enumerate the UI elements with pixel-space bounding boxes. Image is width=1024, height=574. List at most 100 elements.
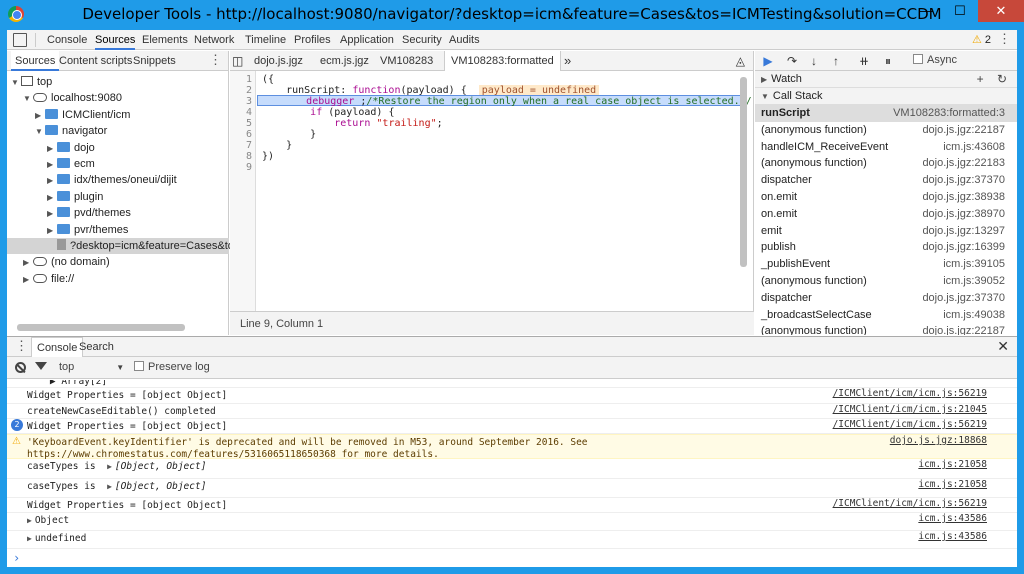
expand-arrow-icon[interactable]: ▶ <box>107 482 112 491</box>
tree-item[interactable]: ▼ top <box>11 74 52 90</box>
tab-snippets[interactable]: Snippets <box>133 51 176 71</box>
tab-sources-nav[interactable]: Sources <box>11 51 60 71</box>
step-out-icon[interactable]: ↑ <box>829 54 843 68</box>
call-frame[interactable]: runScript VM108283:formatted:3 <box>755 105 1017 122</box>
line-number[interactable]: 7 <box>230 140 252 151</box>
tree-arrow-icon[interactable]: ▶ <box>47 141 57 157</box>
step-over-icon[interactable]: ↷ <box>785 54 799 68</box>
navigator-menu-icon[interactable]: ⋮ <box>209 52 222 68</box>
console-message[interactable]: caseTypes is ▶ [Object, Object] icm.js:210… <box>7 479 1017 498</box>
expand-arrow-icon[interactable]: ▶ <box>107 462 112 471</box>
navigator-hscrollbar[interactable] <box>17 324 185 331</box>
file-tab-vm[interactable]: VM108283 <box>380 51 433 71</box>
tab-console[interactable]: Console <box>47 30 87 50</box>
call-frame[interactable]: _publishEvent icm.js:39105 <box>755 256 1017 273</box>
code-area[interactable]: 1 2 3 4 5 6 7 8 9 ({ runScript: function… <box>230 71 754 311</box>
expand-arrow-icon[interactable]: ▶ <box>27 516 32 525</box>
call-frame[interactable]: _broadcastSelectCase icm.js:49038 <box>755 307 1017 324</box>
source-link[interactable]: icm.js:43586 <box>918 531 987 543</box>
tree-arrow-icon[interactable]: ▼ <box>11 75 21 91</box>
callstack-section-header[interactable]: ▼ Call Stack <box>755 88 1017 105</box>
object-preview[interactable]: [Object, Object] <box>115 461 207 472</box>
file-tab-dojo[interactable]: dojo.js.jgz <box>254 51 303 71</box>
add-watch-icon[interactable]: + <box>977 72 984 86</box>
tree-arrow-icon[interactable]: ▶ <box>35 108 45 124</box>
tab-sources[interactable]: Sources <box>95 30 136 50</box>
line-number[interactable]: 1 <box>230 74 252 85</box>
call-frame[interactable]: on.emit dojo.js.jgz:38938 <box>755 189 1017 206</box>
line-number[interactable]: 9 <box>230 162 252 173</box>
drawer-tab-console[interactable]: Console <box>31 337 84 357</box>
line-number[interactable]: 2 <box>230 85 252 96</box>
tab-application[interactable]: Application <box>340 30 394 50</box>
source-link[interactable]: icm.js:21058 <box>918 479 987 491</box>
tab-elements[interactable]: Elements <box>142 30 188 50</box>
watch-section-header[interactable]: ▶ Watch + ↻ <box>755 71 1017 88</box>
warning-counter[interactable]: ⚠ 2 <box>972 33 991 46</box>
step-into-icon[interactable]: ↓ <box>807 54 821 68</box>
title-bar[interactable]: Developer Tools - http://localhost:9080/… <box>0 0 1024 30</box>
tree-item[interactable]: ▼ localhost:9080 <box>23 90 122 106</box>
tab-security[interactable]: Security <box>402 30 442 50</box>
close-button[interactable]: ✕ <box>978 0 1024 22</box>
clear-console-icon[interactable] <box>15 362 26 373</box>
tab-timeline[interactable]: Timeline <box>245 30 286 50</box>
object-preview[interactable]: [Object, Object] <box>115 481 207 492</box>
tree-arrow-icon[interactable]: ▼ <box>23 91 33 107</box>
tree-item[interactable]: ▶ dojo <box>47 140 95 156</box>
tree-item[interactable]: ▶ file:// <box>23 271 74 287</box>
tree-item[interactable]: ▶ ICMClient/icm <box>35 107 130 123</box>
tree-item[interactable]: ▶ plugin <box>47 189 103 205</box>
tree-arrow-icon[interactable]: ▼ <box>35 124 45 140</box>
line-number[interactable]: 8 <box>230 151 252 162</box>
source-link[interactable]: /ICMClient/icm/icm.js:56219 <box>833 419 987 431</box>
tree-arrow-icon[interactable]: ▶ <box>23 255 33 271</box>
drawer-menu-icon[interactable]: ⋮ <box>15 338 28 354</box>
source-link[interactable]: icm.js:21058 <box>918 459 987 471</box>
tree-arrow-icon[interactable]: ▶ <box>47 157 57 173</box>
minimize-button[interactable]: — <box>910 0 942 22</box>
console-message[interactable]: caseTypes is ▶ [Object, Object] icm.js:210… <box>7 459 1017 479</box>
source-link[interactable]: /ICMClient/icm/icm.js:21045 <box>833 404 987 416</box>
tab-profiles[interactable]: Profiles <box>294 30 331 50</box>
preserve-log-toggle[interactable]: Preserve log <box>134 361 210 373</box>
call-frame[interactable]: (anonymous function) dojo.js.jgz:22187 <box>755 323 1017 335</box>
tree-arrow-icon[interactable]: ▶ <box>47 173 57 189</box>
tree-item[interactable]: ▼ navigator <box>35 123 107 139</box>
editor-vscrollbar[interactable] <box>740 77 747 267</box>
line-number[interactable]: 5 <box>230 118 252 129</box>
call-frame[interactable]: (anonymous function) dojo.js.jgz:22183 <box>755 155 1017 172</box>
line-gutter[interactable]: 1 2 3 4 5 6 7 8 9 <box>230 71 256 311</box>
tab-network[interactable]: Network <box>194 30 234 50</box>
toggle-debugger-icon[interactable]: ◬ <box>736 51 745 71</box>
call-frame[interactable]: handleICM_ReceiveEvent icm.js:43608 <box>755 139 1017 156</box>
line-number[interactable]: 3 <box>230 96 252 107</box>
file-tab-vm-formatted[interactable]: VM108283:formatted <box>444 51 561 71</box>
console-prompt-icon[interactable]: › <box>13 551 20 565</box>
line-number[interactable]: 6 <box>230 129 252 140</box>
call-frame[interactable]: on.emit dojo.js.jgz:38970 <box>755 206 1017 223</box>
deactivate-breakpoints-icon[interactable]: ⧺ <box>857 54 871 68</box>
tree-arrow-icon[interactable]: ▶ <box>47 223 57 239</box>
tree-item[interactable]: ▶ idx/themes/oneui/dijit <box>47 172 177 188</box>
tree-arrow-icon[interactable]: ▶ <box>47 206 57 222</box>
tab-audits[interactable]: Audits <box>449 30 480 50</box>
source-link[interactable]: /ICMClient/icm/icm.js:56219 <box>833 388 987 400</box>
maximize-button[interactable]: ☐ <box>944 0 976 22</box>
source-link[interactable]: dojo.js.jgz:18868 <box>890 435 987 447</box>
expand-arrow-icon[interactable]: ▶ <box>27 534 32 543</box>
drawer-tab-search[interactable]: Search <box>79 337 114 357</box>
tree-item[interactable]: ▶ (no domain) <box>23 254 110 270</box>
close-drawer-icon[interactable]: ✕ <box>997 338 1009 355</box>
file-tab-ecm[interactable]: ecm.js.jgz <box>320 51 369 71</box>
source-link[interactable]: /ICMClient/icm/icm.js:56219 <box>833 498 987 510</box>
line-number[interactable]: 4 <box>230 107 252 118</box>
tree-arrow-icon[interactable]: ▶ <box>47 190 57 206</box>
tree-item[interactable]: ▶ ecm <box>47 156 95 172</box>
async-toggle[interactable]: Async <box>913 54 957 66</box>
inspect-element-icon[interactable] <box>13 33 27 47</box>
tree-item[interactable]: ▶ pvd/themes <box>47 205 131 221</box>
source-link[interactable]: icm.js:43586 <box>918 513 987 525</box>
async-checkbox[interactable] <box>913 54 923 64</box>
call-frame[interactable]: dispatcher dojo.js.jgz:37370 <box>755 290 1017 307</box>
